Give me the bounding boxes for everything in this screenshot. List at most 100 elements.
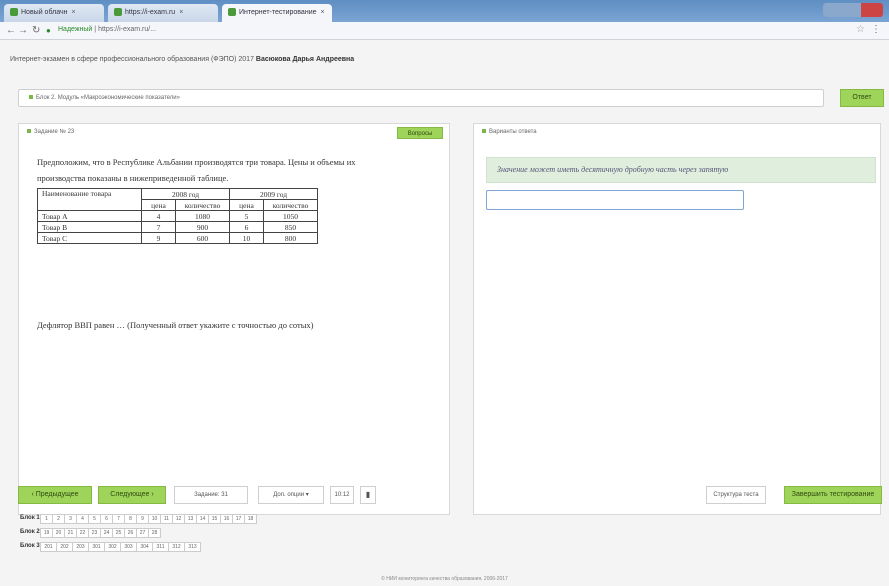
cell-price-2009: 10 (229, 232, 264, 244)
cell-qty-2009: 850 (263, 221, 318, 233)
question-text: Предположим, что в Республике Альбании п… (37, 157, 356, 183)
browser-tabbar: Новый облачн × https://i-exam.ru × Интерне… (0, 0, 889, 22)
maximize-button[interactable] (843, 3, 861, 17)
bullet-icon (482, 129, 486, 134)
block-selector[interactable]: Блок 2. Модуль «Макроэкономические показ… (18, 89, 824, 107)
cell-price-2008: 4 (141, 210, 176, 222)
table-subheader-qty: количество (175, 199, 230, 211)
student-name: Васюкова Дарья Андреевна (255, 56, 355, 63)
browser-tab-3[interactable]: Интернет-тестирование × (222, 4, 332, 22)
reload-icon[interactable]: ↻ (32, 25, 40, 36)
table-subheader-price: цена (229, 199, 264, 211)
block-task-cell[interactable]: 313 (184, 542, 201, 552)
favicon-icon (10, 8, 18, 16)
forward-icon[interactable]: → (18, 25, 28, 36)
secure-label: Надежный (58, 26, 93, 33)
block-label: Блок 1 (20, 515, 40, 521)
table-header-2009: 2009 год (229, 188, 318, 200)
block-label: Блок 3 (20, 543, 40, 549)
page: Интернет-экзамен в сфере профессионально… (0, 40, 889, 586)
cell-name: Товар B (37, 221, 142, 233)
answer-hint: Значение может иметь десятичную дробную … (486, 157, 876, 183)
next-button[interactable]: Следующее › (98, 486, 166, 504)
tab-label: Новый облачн (21, 8, 68, 16)
block-task-cell[interactable]: 301 (88, 542, 105, 552)
bullet-icon (29, 95, 33, 100)
cell-qty-2008: 600 (175, 232, 230, 244)
block-task-cell[interactable]: 304 (136, 542, 153, 552)
answer-button[interactable]: Ответ (840, 89, 884, 107)
next-label: Следующее (110, 491, 150, 498)
task-panel: Задание № 23 Вопросы Предположим, что в … (18, 123, 450, 515)
block-task-cell[interactable]: 202 (56, 542, 73, 552)
block-task-cell[interactable]: 203 (72, 542, 89, 552)
block-task-cell[interactable]: 312 (168, 542, 185, 552)
task-counter: Задание: 31 (174, 486, 248, 504)
block-cells: 201 202 203 301 302 303 304 311 312 313 (40, 542, 201, 552)
cell-price-2009: 6 (229, 221, 264, 233)
exam-title: Интернет-экзамен в сфере профессионально… (10, 56, 254, 63)
table-row: Товар B 7 900 6 850 (37, 221, 318, 233)
block-label: Блок 2. Модуль «Макроэкономические показ… (36, 95, 180, 101)
exam-info-line: Интернет-экзамен в сфере профессионально… (10, 56, 354, 63)
answer-input[interactable] (486, 190, 744, 210)
favicon-icon (228, 8, 236, 16)
block-task-cell[interactable]: 201 (40, 542, 57, 552)
block-task-cell[interactable]: 311 (152, 542, 169, 552)
close-tab-icon[interactable]: × (71, 9, 75, 16)
browser-tab-2[interactable]: https://i-exam.ru × (108, 4, 218, 22)
table-subheader-qty: количество (263, 199, 318, 211)
window-controls (823, 3, 883, 17)
cell-name: Товар A (37, 210, 142, 222)
back-icon[interactable]: ← (6, 25, 16, 36)
cell-price-2008: 9 (141, 232, 176, 244)
cell-qty-2009: 800 (263, 232, 318, 244)
bullet-icon (27, 129, 31, 134)
table-header-2008: 2008 год (141, 188, 230, 200)
tab-label: Интернет-тестирование (239, 8, 317, 16)
options-label: Доп. опции (273, 492, 305, 498)
goods-table: Наименование товара 2008 год 2009 год це… (37, 188, 318, 244)
bookmark-star-icon[interactable]: ☆ (856, 24, 865, 35)
menu-icon[interactable]: ⋮ (871, 24, 881, 35)
cell-qty-2008: 1080 (175, 210, 230, 222)
answer-panel: Варианты ответа Значение может иметь дес… (473, 123, 881, 515)
table-header-name: Наименование товара (37, 188, 142, 211)
previous-label: Предыдущее (35, 491, 79, 498)
task-title: Задание № 23 (34, 129, 75, 135)
table-row: Товар A 4 1080 5 1050 (37, 210, 318, 222)
table-subheader-price: цена (141, 199, 176, 211)
close-tab-icon[interactable]: × (321, 9, 325, 16)
pause-icon[interactable]: ▮ (360, 486, 376, 504)
cell-qty-2009: 1050 (263, 210, 318, 222)
test-structure-button[interactable]: Структура теста (706, 486, 766, 504)
block-task-cell[interactable]: 302 (104, 542, 121, 552)
lock-icon: ● (46, 26, 51, 35)
url-field[interactable]: Надежный | https://i-exam.ru/... (58, 26, 156, 33)
block-task-cell[interactable]: 18 (244, 514, 257, 524)
browser-tab-1[interactable]: Новый облачн × (4, 4, 104, 22)
cell-price-2009: 5 (229, 210, 264, 222)
cell-name: Товар C (37, 232, 142, 244)
address-bar: ← → ↻ ● Надежный | https://i-exam.ru/...… (0, 22, 889, 40)
questions-button[interactable]: Вопросы (397, 127, 443, 139)
block-task-cell[interactable]: 303 (120, 542, 137, 552)
block-cells: 19 20 21 22 23 24 25 26 27 28 (40, 528, 161, 538)
timer: 10:12 (330, 486, 354, 504)
options-dropdown[interactable]: Доп. опции ▾ (258, 486, 324, 504)
previous-button[interactable]: ‹ Предыдущее (18, 486, 92, 504)
table-row: Товар C 9 600 10 800 (37, 232, 318, 244)
favicon-icon (114, 8, 122, 16)
answer-title: Варианты ответа (489, 129, 537, 135)
cell-price-2008: 7 (141, 221, 176, 233)
block-cells: 1 2 3 4 5 6 7 8 9 10 11 12 13 14 15 16 17 18 (40, 514, 257, 524)
finish-test-button[interactable]: Завершить тестирование (784, 486, 882, 504)
block-label: Блок 2 (20, 529, 40, 535)
minimize-button[interactable] (823, 3, 843, 17)
block-task-cell[interactable]: 28 (148, 528, 161, 538)
tab-label: https://i-exam.ru (125, 8, 176, 16)
close-tab-icon[interactable]: × (179, 9, 183, 16)
cell-qty-2008: 900 (175, 221, 230, 233)
deflator-question: Дефлятор ВВП равен … (Полученный ответ у… (37, 320, 314, 330)
url-text: https://i-exam.ru/... (98, 26, 157, 33)
